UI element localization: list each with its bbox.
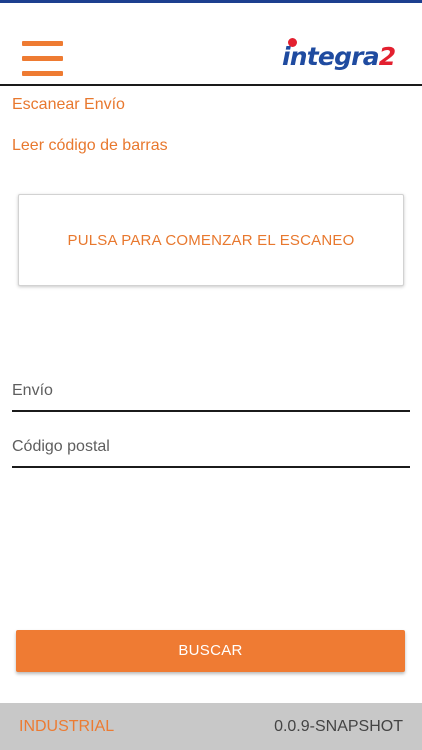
postal-code-placeholder: Código postal bbox=[12, 438, 110, 455]
search-button[interactable]: BUSCAR bbox=[16, 630, 405, 672]
version-label: 0.0.9-SNAPSHOT bbox=[274, 718, 403, 735]
menu-bar-bottom bbox=[22, 71, 63, 76]
start-scan-button[interactable]: PULSA PARA COMENZAR EL ESCANEO bbox=[18, 194, 404, 286]
postal-code-input-underline bbox=[12, 466, 410, 468]
footer-bar: INDUSTRIAL 0.0.9-SNAPSHOT bbox=[0, 703, 422, 750]
menu-bar-top bbox=[22, 41, 63, 46]
menu-bar-middle bbox=[22, 56, 63, 61]
header-divider bbox=[0, 84, 422, 86]
shipment-input[interactable]: Envío bbox=[12, 372, 410, 412]
environment-label: INDUSTRIAL bbox=[19, 718, 115, 735]
search-button-label: BUSCAR bbox=[178, 642, 243, 659]
shipment-placeholder: Envío bbox=[12, 382, 53, 399]
logo-dot-icon bbox=[288, 38, 297, 47]
logo-wordmark: integra2 bbox=[282, 42, 396, 71]
app-header: integra2 bbox=[0, 3, 422, 84]
shipment-input-underline bbox=[12, 410, 410, 412]
barcode-subtitle: Leer código de barras bbox=[12, 137, 168, 154]
postal-code-input[interactable]: Código postal bbox=[12, 428, 410, 468]
integra2-logo: integra2 bbox=[280, 37, 406, 79]
hamburger-menu-icon[interactable] bbox=[22, 41, 64, 77]
start-scan-label: PULSA PARA COMENZAR EL ESCANEO bbox=[67, 232, 355, 249]
page-title: Escanear Envío bbox=[12, 96, 125, 113]
